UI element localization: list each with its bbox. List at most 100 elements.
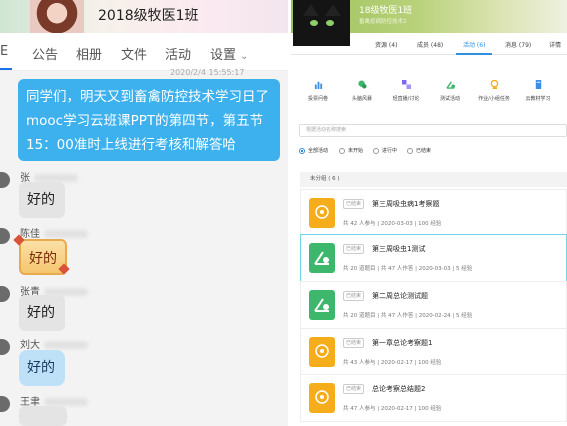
- tool-label: 投票问卷: [307, 96, 328, 102]
- brainstorm-icon: [357, 80, 367, 89]
- chat-panel: 2018级牧医1班 E 公告 相册 文件 活动 设置 ⌄ 2020/2/4 15…: [0, 0, 288, 426]
- tool-label: 头脑风暴: [351, 96, 372, 102]
- test-task-icon: [309, 290, 335, 320]
- activity-item[interactable]: 已结束 第二周总论测试题 共 20 道题目 | 共 47 人作答 | 2020-…: [300, 281, 567, 329]
- avatar[interactable]: [0, 172, 10, 188]
- filter-label: 已结束: [416, 148, 432, 154]
- tool-homework[interactable]: 作业/小组任务: [471, 80, 517, 102]
- avatar[interactable]: [0, 396, 10, 412]
- test-task-icon: [309, 243, 335, 273]
- announcement-line: 15：00准时上线进行考核和解答哈: [26, 137, 236, 153]
- activity-title: 第三周吸虫1测试: [372, 245, 426, 253]
- cat-ear: [303, 4, 319, 16]
- blurred-name: [44, 230, 88, 238]
- activity-search-input[interactable]: 根据活动名称搜索: [299, 124, 567, 137]
- test-activity-icon: [445, 81, 455, 89]
- homework-task-icon: [309, 198, 335, 228]
- filter-all[interactable]: 全部活动: [299, 147, 328, 155]
- chat-header: 2018级牧医1班: [0, 0, 288, 33]
- activity-meta: 共 47 人参与 | 2020-02-17 | 100 经验: [343, 406, 442, 412]
- tab-settings-label: 设置: [210, 48, 237, 63]
- chat-tab-bar: E 公告 相册 文件 活动 设置 ⌄: [0, 33, 288, 71]
- activity-meta: 共 20 道题目 | 共 47 人作答 | 2020-03-03 | 5 经验: [343, 266, 473, 272]
- avatar[interactable]: [0, 286, 10, 302]
- tool-test-activity[interactable]: 测试活动: [427, 80, 473, 102]
- filter-label: 未开始: [348, 148, 364, 154]
- class-avatar: [30, 0, 84, 33]
- cat-ear: [325, 4, 341, 16]
- activity-item[interactable]: 已结束 第三周吸虫病1考察题 共 42 人参与 | 2020-03-03 | 1…: [300, 189, 567, 237]
- tool-cloud-textbook[interactable]: 云教材学习: [515, 80, 561, 102]
- filter-not-started[interactable]: 未开始: [339, 147, 363, 155]
- activity-meta: 共 42 人参与 | 2020-03-03 | 100 经验: [343, 221, 442, 227]
- homework-icon: [490, 80, 498, 89]
- tab-album[interactable]: 相册: [76, 44, 102, 63]
- tab-files[interactable]: 文件: [121, 44, 147, 63]
- avatar[interactable]: [0, 339, 10, 355]
- tab-activities[interactable]: 活动: [165, 44, 191, 63]
- active-tab-indicator: [0, 68, 12, 70]
- filter-ended[interactable]: 已结束: [407, 147, 431, 155]
- blurred-name: [44, 341, 88, 349]
- message-bubble[interactable]: 好的: [19, 182, 65, 218]
- radio-icon: [407, 147, 413, 154]
- group-header[interactable]: 未分组 ( 6 ): [300, 172, 567, 187]
- activity-title: 第二周总论测试题: [372, 292, 428, 300]
- homework-task-icon: [309, 383, 335, 413]
- filter-in-progress[interactable]: 进行中: [373, 147, 397, 155]
- status-badge: 已结束: [343, 244, 365, 254]
- course-nav: 资源 (4) 成员 (48) 活动 (6) 消息 (79) 详情: [291, 33, 567, 55]
- course-title: 18级牧医1班: [359, 6, 413, 16]
- sender-name: 刘大: [20, 336, 88, 351]
- nav-resources[interactable]: 资源 (4): [375, 40, 397, 49]
- bar-chart-icon: [314, 81, 322, 89]
- tool-vote-survey[interactable]: 投票问卷: [295, 80, 341, 102]
- status-badge: 已结束: [343, 199, 365, 209]
- chevron-down-icon: ⌄: [240, 51, 249, 62]
- activity-meta: 共 20 道题目 | 共 47 人作答 | 2020-02-24 | 5 经验: [343, 313, 473, 319]
- activity-item[interactable]: 已结束 第一章总论考察题1 共 43 人参与 | 2020-02-17 | 10…: [300, 328, 567, 376]
- tool-live-discussion[interactable]: 轻直播/讨论: [383, 80, 429, 102]
- tool-label: 轻直播/讨论: [392, 96, 420, 102]
- book-icon: [535, 80, 541, 89]
- blurred-name: [34, 174, 78, 182]
- announcement-line: 同学们，明天又到畜禽防控技术学习日了: [26, 89, 269, 105]
- blurred-name: [44, 398, 88, 406]
- cat-eye: [326, 20, 334, 26]
- active-nav-indicator: [456, 53, 492, 55]
- activity-item[interactable]: 已结束 第三周吸虫1测试 共 20 道题目 | 共 47 人作答 | 2020-…: [300, 234, 567, 282]
- nav-members[interactable]: 成员 (48): [417, 40, 443, 49]
- activity-meta: 共 43 人参与 | 2020-02-17 | 100 经验: [343, 360, 442, 366]
- radio-icon: [373, 147, 379, 154]
- announcement-bubble[interactable]: 同学们，明天又到畜禽防控技术学习日了 mooc学习云班课PPT的第四节，第五节 …: [18, 79, 280, 161]
- tool-brainstorm[interactable]: 头脑风暴: [339, 80, 385, 102]
- radio-icon: [339, 147, 345, 154]
- status-badge: 已结束: [343, 384, 365, 394]
- activity-filter-group: 全部活动 未开始 进行中 已结束: [299, 147, 567, 156]
- course-subtitle: 畜禽疫病防控技术2: [359, 19, 407, 25]
- activity-toolbar: 投票问卷 头脑风暴 轻直播/讨论 测试活动 作业/小组任务 云教材学习: [291, 80, 567, 108]
- nav-activities[interactable]: 活动 (6): [463, 40, 485, 49]
- homework-task-icon: [309, 337, 335, 367]
- status-badge: 已结束: [343, 291, 365, 301]
- message-bubble[interactable]: 好的: [19, 350, 65, 386]
- nav-details[interactable]: 详情: [549, 40, 561, 49]
- avatar[interactable]: [0, 228, 10, 244]
- message-bubble[interactable]: 好的: [19, 295, 65, 331]
- tab-announcement[interactable]: 公告: [32, 44, 58, 63]
- live-discussion-icon: [401, 80, 411, 89]
- activity-item[interactable]: 已结束 总论考察总结题2 共 47 人参与 | 2020-02-17 | 100…: [300, 374, 567, 422]
- cat-eye: [310, 20, 318, 26]
- announcement-line: mooc学习云班课PPT的第四节，第五节: [26, 113, 264, 129]
- activity-title: 总论考察总结题2: [372, 385, 426, 393]
- message-bubble[interactable]: [19, 406, 67, 426]
- filter-label: 进行中: [382, 148, 398, 154]
- tool-label: 作业/小组任务: [478, 96, 510, 102]
- tab-chat[interactable]: E: [0, 44, 8, 59]
- nav-messages[interactable]: 消息 (79): [505, 40, 531, 49]
- chat-title: 2018级牧医1班: [98, 8, 199, 24]
- tab-settings[interactable]: 设置 ⌄: [210, 44, 249, 63]
- sender-name: 陈佳: [20, 225, 88, 240]
- activity-title: 第三周吸虫病1考察题: [372, 200, 440, 208]
- filter-label: 全部活动: [308, 148, 329, 154]
